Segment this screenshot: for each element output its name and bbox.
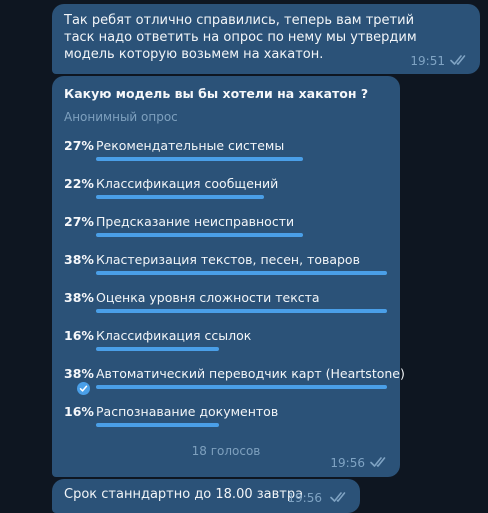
poll-option-label: Классификация ссылок <box>96 328 252 343</box>
poll-type-label: Анонимный опрос <box>64 110 178 124</box>
poll-option-bar <box>96 385 387 389</box>
poll-options: 27% Рекомендательные системы 22% Классифика… <box>64 136 405 440</box>
poll-option-bar <box>96 157 303 161</box>
double-check-icon <box>330 492 346 502</box>
poll-option-label: Предсказание неисправности <box>96 214 295 229</box>
poll-option[interactable]: 38% Кластеризация текстов, песен, товаров <box>64 250 394 288</box>
poll-option-bar <box>96 271 387 275</box>
double-check-icon <box>450 55 466 65</box>
poll-option-percent: 38% <box>64 252 94 267</box>
poll-option-percent: 27% <box>64 214 94 229</box>
poll-option-label: Классификация сообщений <box>96 176 279 191</box>
poll-option-label: Распознавание документов <box>96 404 279 419</box>
poll-option-bar <box>96 423 219 427</box>
poll-option-percent: 16% <box>64 328 94 343</box>
poll-option-percent: 16% <box>64 404 94 419</box>
poll-option[interactable]: 27% Рекомендательные системы <box>64 136 394 174</box>
message-time: 19:51 <box>410 54 445 68</box>
poll-option-bar <box>96 233 303 237</box>
poll-option-bar <box>96 195 264 199</box>
poll-message[interactable]: Какую модель вы бы хотели на хакатон ? А… <box>52 76 405 477</box>
poll-option[interactable]: 16% Классификация ссылок <box>64 326 394 364</box>
poll-option-percent: 22% <box>64 176 94 191</box>
poll-option-label: Кластеризация текстов, песен, товаров <box>96 252 360 267</box>
poll-option-label: Автоматический переводчик карт (Heartsto… <box>96 366 405 381</box>
poll-question: Какую модель вы бы хотели на хакатон ? <box>64 86 369 101</box>
poll-option-label: Оценка уровня сложности текста <box>96 290 320 305</box>
poll-option-percent: 38% <box>64 366 94 381</box>
message-time: 19:56 <box>287 491 322 505</box>
poll-option-bar <box>96 309 387 313</box>
message-text: Так ребят отлично справились, теперь вам… <box>64 13 417 62</box>
poll-option[interactable]: 38% Оценка уровня сложности текста <box>64 288 394 326</box>
poll-option[interactable]: 16% Распознавание документов <box>64 402 394 440</box>
poll-option-percent: 27% <box>64 138 94 153</box>
poll-option[interactable]: 27% Предсказание неисправности <box>64 212 394 250</box>
message-bubble[interactable]: Так ребят отлично справились, теперь вам… <box>52 4 480 74</box>
check-circle-icon <box>77 382 90 395</box>
poll-option[interactable]: 38% Автоматический переводчик карт (Heart… <box>64 364 405 402</box>
poll-option-percent: 38% <box>64 290 94 305</box>
poll-option-bar <box>96 347 219 351</box>
double-check-icon <box>370 457 386 467</box>
poll-option[interactable]: 22% Классификация сообщений <box>64 174 394 212</box>
message-time: 19:56 <box>330 456 365 470</box>
message-bubble[interactable]: Срок станндартно до 18.00 завтра 19:56 <box>52 479 360 513</box>
poll-option-label: Рекомендательные системы <box>96 138 285 153</box>
